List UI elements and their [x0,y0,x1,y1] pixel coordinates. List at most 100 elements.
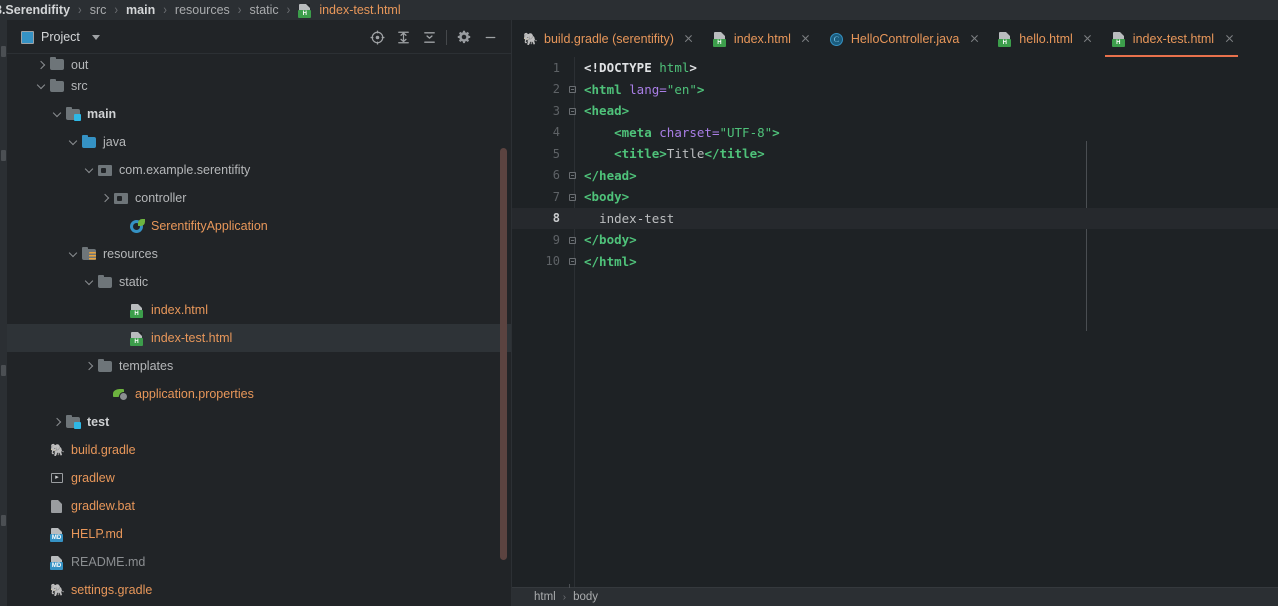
breadcrumb-separator: › [562,591,567,603]
project-tree-scrollbar[interactable] [500,20,507,572]
tree-row[interactable]: Hindex.html [7,296,511,324]
editor-breadcrumb-item[interactable]: html [534,591,556,603]
code-fold-toggle-icon[interactable] [566,229,580,251]
line-number: 8 [552,211,560,226]
tree-row[interactable]: test [7,408,511,436]
code-line[interactable]: 6 </head> [512,165,1278,187]
tree-row[interactable]: MD HELP.md [7,520,511,548]
code-fold-toggle-icon[interactable] [566,165,580,187]
code-fold-toggle-icon[interactable] [566,100,580,122]
tree-row[interactable]: out [7,54,511,72]
tree-row[interactable]: 🐘 build.gradle [7,436,511,464]
collapse-all-icon[interactable] [416,24,442,50]
code-line[interactable]: 10 </html> [512,251,1278,273]
toolbar-divider [446,29,447,45]
tree-row[interactable]: gradlew.bat [7,492,511,520]
code-token: "en" [666,81,697,97]
tree-row-label: com.example.serentifity [119,163,251,177]
chevron-right-icon[interactable] [35,58,49,72]
editor-breadcrumb-item[interactable]: body [573,591,598,603]
editor-tab[interactable]: 🐘 build.gradle (serentifity) [512,20,702,57]
tree-row[interactable]: SerentifityApplication [7,212,511,240]
breadcrumb-item[interactable]: index-test.html [318,3,401,17]
tree-row[interactable]: src [7,72,511,100]
editor-tab[interactable]: Hindex-test.html [1101,20,1242,57]
expand-all-icon[interactable] [390,24,416,50]
tree-row[interactable]: static [7,268,511,296]
chevron-down-icon[interactable] [51,107,65,121]
code-line[interactable]: 3 <head> [512,100,1278,122]
code-token: <!DOCTYPE [584,60,660,76]
close-icon[interactable] [967,32,981,46]
code-line[interactable]: 2 <html lang="en"> [512,79,1278,101]
editor-tab[interactable]: C HelloController.java [819,20,987,57]
code-fold-toggle-icon[interactable] [566,251,580,273]
tree-row[interactable]: java [7,128,511,156]
breadcrumb: 3.Serendifity › src › main › resources › static ›… [0,0,1278,20]
editor-breadcrumb-bar[interactable]: html › body [512,588,1278,606]
select-opened-file-icon[interactable] [364,24,390,50]
code-fold-toggle-icon[interactable] [566,186,580,208]
code-editor[interactable]: 1 <!DOCTYPE html> 2 <html lang="en"> 3 <head>… [512,57,1278,606]
chevron-down-icon[interactable] [67,135,81,149]
folder-icon [97,274,113,290]
chevron-down-icon[interactable] [83,275,97,289]
breadcrumb-item[interactable]: static [248,3,279,17]
code-line-current[interactable]: 8 index-test [512,207,1278,229]
tool-window-edge-strip[interactable] [0,20,7,606]
breadcrumb-item[interactable]: main [125,3,156,17]
code-token: <meta [614,124,660,140]
close-icon[interactable] [1222,32,1236,46]
code-token: "UTF-8" [719,124,773,140]
tree-row[interactable]: ▸ gradlew [7,464,511,492]
editor-tab[interactable]: Hindex.html [702,20,819,57]
tree-row-label: application.properties [135,387,254,401]
line-number: 1 [552,60,560,75]
tree-row[interactable]: main [7,100,511,128]
code-fold-toggle-icon[interactable] [566,79,580,101]
close-icon[interactable] [682,32,696,46]
breadcrumb-item[interactable]: src [89,3,108,17]
code-fold-placeholder [566,143,580,165]
code-line[interactable]: 1 <!DOCTYPE html> [512,57,1278,79]
html-file-icon: H [129,330,145,346]
project-title-group[interactable]: Project [21,30,100,44]
tree-row[interactable]: 🐘 settings.gradle [7,576,511,604]
tree-row[interactable]: application.properties [7,380,511,408]
breadcrumb-item[interactable]: resources [174,3,231,17]
scrollbar-thumb[interactable] [500,148,507,560]
editor-tab[interactable]: Hhello.html [987,20,1101,57]
chevron-down-icon[interactable] [83,163,97,177]
close-icon[interactable] [1081,32,1095,46]
tree-row-label: src [71,79,88,93]
html-file-icon: H [297,2,313,18]
code-line[interactable]: 4 <meta charset="UTF-8"> [512,122,1278,144]
chevron-down-icon[interactable] [67,247,81,261]
chevron-down-icon[interactable] [35,79,49,93]
tree-row[interactable]: com.example.serentifity [7,156,511,184]
chevron-right-icon[interactable] [51,415,65,429]
chevron-right-icon[interactable] [99,191,113,205]
code-line-text: index-test [584,211,674,226]
code-line[interactable]: 9 </body> [512,229,1278,251]
close-icon[interactable] [799,32,813,46]
chevron-right-icon[interactable] [83,359,97,373]
project-file-tree[interactable]: out src main java com.example.serentifity con… [7,54,511,606]
code-line[interactable]: 7 <body> [512,186,1278,208]
tree-row[interactable]: templates [7,352,511,380]
tree-row[interactable]: MD README.md [7,548,511,576]
code-line-text: <title>Title</title> [584,146,765,161]
markdown-file-icon: MD [49,554,65,570]
tree-row[interactable]: controller [7,184,511,212]
tree-row[interactable]: Hindex-test.html [7,324,511,352]
code-lines[interactable]: 1 <!DOCTYPE html> 2 <html lang="en"> 3 <head>… [512,57,1278,272]
chevron-down-icon[interactable] [91,34,100,40]
breadcrumb-item[interactable]: 3.Serendifity [0,3,71,17]
code-line[interactable]: 5 <title>Title</title> [512,143,1278,165]
settings-gear-icon[interactable] [451,24,477,50]
breadcrumb-separator: › [114,2,119,18]
tree-row[interactable]: resources [7,240,511,268]
editor-tab-bar[interactable]: 🐘 build.gradle (serentifity) Hindex.html C H… [512,20,1278,57]
code-token: <html [584,81,630,97]
editor-area: 🐘 build.gradle (serentifity) Hindex.html C H… [512,20,1278,606]
